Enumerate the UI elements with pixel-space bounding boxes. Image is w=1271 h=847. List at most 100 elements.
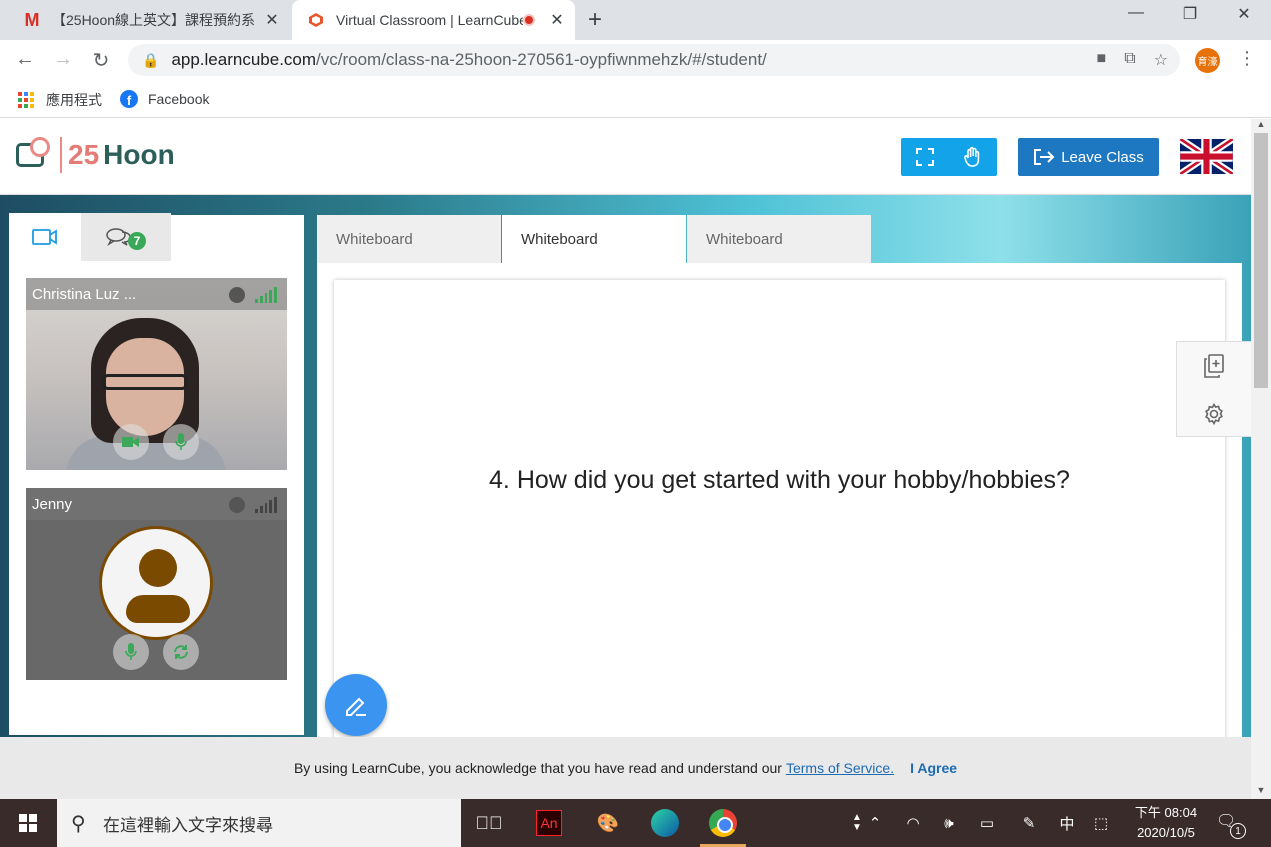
refresh-video-button[interactable] bbox=[163, 634, 199, 670]
raise-hand-button[interactable] bbox=[949, 138, 997, 176]
logo-mark-icon bbox=[16, 137, 52, 173]
windows-taskbar: ⚲ 在這裡輸入文字來搜尋 ▯⃞ An 🎨 ▲ ▼ ⌃ ◠ 🕪 ▭ ✎ 中 ⬚ 下午… bbox=[0, 799, 1271, 847]
tab-video[interactable] bbox=[9, 213, 81, 261]
bookmark-label: 應用程式 bbox=[46, 92, 102, 108]
paint-app-icon[interactable]: 🎨 bbox=[584, 799, 632, 847]
forward-icon[interactable]: → bbox=[50, 48, 76, 71]
url-path: /vc/room/class-na-25hoon-270561-oypfiwnm… bbox=[316, 50, 767, 69]
scrollbar-thumb[interactable] bbox=[1254, 133, 1268, 388]
microphone-icon bbox=[125, 643, 137, 660]
volume-icon[interactable]: 🕪 bbox=[930, 799, 968, 847]
camera-toggle-button[interactable] bbox=[113, 424, 149, 460]
minimize-icon[interactable]: — bbox=[1116, 4, 1156, 22]
exit-icon bbox=[1034, 149, 1055, 165]
facebook-icon: f bbox=[120, 90, 138, 108]
add-page-button[interactable] bbox=[1177, 342, 1251, 390]
search-icon: ⚲ bbox=[71, 813, 86, 835]
app-header: 25 Hoon Leave Class bbox=[0, 119, 1251, 195]
restore-icon[interactable]: ❐ bbox=[1170, 4, 1210, 24]
bookmark-apps[interactable]: 應用程式 bbox=[18, 90, 102, 110]
taskbar-search-box[interactable]: ⚲ 在這裡輸入文字來搜尋 bbox=[57, 799, 461, 847]
edge-browser-icon[interactable] bbox=[641, 799, 689, 847]
bookmark-label: Facebook bbox=[148, 91, 210, 107]
consent-text: By using LearnCube, you acknowledge that… bbox=[293, 760, 782, 776]
apps-grid-icon bbox=[18, 92, 34, 108]
tab-chat[interactable]: 7 bbox=[81, 213, 171, 261]
page-scrollbar[interactable]: ▲ ▼ bbox=[1251, 119, 1271, 799]
reload-icon[interactable]: ↻ bbox=[88, 48, 114, 73]
gear-icon bbox=[1205, 403, 1223, 425]
whiteboard-side-tools bbox=[1176, 341, 1251, 437]
gmail-icon: M bbox=[24, 9, 40, 30]
notification-count-badge: 1 bbox=[1230, 823, 1246, 839]
bookmark-star-icon[interactable]: ☆ bbox=[1154, 50, 1168, 70]
chrome-browser-icon[interactable] bbox=[699, 799, 747, 847]
consent-banner: By using LearnCube, you acknowledge that… bbox=[0, 737, 1251, 799]
learncube-icon bbox=[306, 10, 326, 30]
scroll-down-icon[interactable]: ▼ bbox=[1251, 785, 1271, 795]
animate-app-icon[interactable]: An bbox=[525, 799, 573, 847]
mic-toggle-button[interactable] bbox=[163, 424, 199, 460]
default-avatar-icon bbox=[99, 526, 213, 640]
mic-toggle-button[interactable] bbox=[113, 634, 149, 670]
browser-tab-learncube[interactable]: Virtual Classroom | LearnCube ✕ bbox=[292, 0, 575, 40]
terms-of-service-link[interactable]: Terms of Service. bbox=[786, 760, 894, 776]
address-bar[interactable]: 🔒 app.learncube.com/vc/room/class-na-25h… bbox=[128, 44, 1180, 76]
show-hidden-icons-icon[interactable]: ⌃ bbox=[856, 799, 894, 847]
scroll-up-icon[interactable]: ▲ bbox=[1251, 119, 1271, 129]
url-host: app.learncube.com bbox=[171, 50, 317, 69]
classroom-controls bbox=[901, 138, 997, 176]
pen-icon[interactable]: ✎ bbox=[1010, 799, 1048, 847]
ime-mode-icon[interactable]: ⬚ bbox=[1082, 799, 1120, 847]
signal-strength-icon bbox=[255, 497, 277, 513]
profile-avatar[interactable]: 育濠 bbox=[1195, 48, 1220, 73]
system-clock[interactable]: 下午 08:04 2020/10/5 bbox=[1120, 803, 1212, 843]
camera-icon[interactable]: ■ bbox=[1097, 50, 1107, 70]
browser-tab-gmail[interactable]: M 【25Hoon線上英文】課程預約系 ✕ bbox=[0, 0, 290, 40]
windows-logo-icon bbox=[19, 814, 37, 832]
tab-whiteboard-1[interactable]: Whiteboard bbox=[317, 215, 501, 263]
participant-video-tile: Christina Luz ... bbox=[26, 278, 287, 470]
signal-strength-icon bbox=[255, 287, 277, 303]
start-button[interactable] bbox=[0, 799, 56, 847]
back-icon[interactable]: ← bbox=[12, 48, 38, 71]
add-page-icon bbox=[1204, 354, 1224, 378]
translate-icon[interactable]: ⧉ bbox=[1124, 50, 1135, 70]
refresh-icon bbox=[174, 645, 188, 659]
settings-button[interactable] bbox=[1177, 390, 1251, 438]
tab-title: Virtual Classroom | LearnCube bbox=[336, 12, 523, 28]
classroom-stage: 7 Christina Luz ... Jenny Whiteboard Whi… bbox=[0, 195, 1251, 799]
new-tab-button[interactable]: + bbox=[588, 6, 602, 34]
i-agree-button[interactable]: I Agree bbox=[910, 760, 957, 776]
leave-class-button[interactable]: Leave Class bbox=[1018, 138, 1159, 176]
search-placeholder: 在這裡輸入文字來搜尋 bbox=[103, 815, 273, 835]
browser-toolbar: ← → ↻ 🔒 app.learncube.com/vc/room/class-… bbox=[0, 40, 1271, 80]
status-dot-icon bbox=[229, 497, 245, 513]
browser-tabstrip: M 【25Hoon線上英文】課程預約系 ✕ Virtual Classroom … bbox=[0, 0, 1271, 40]
window-close-icon[interactable]: ✕ bbox=[1224, 4, 1264, 24]
task-view-icon[interactable]: ▯⃞ bbox=[465, 799, 513, 847]
bookmarks-bar: 應用程式 f Facebook bbox=[0, 80, 1271, 118]
wifi-icon[interactable]: ◠ bbox=[894, 799, 932, 847]
tab-whiteboard-3[interactable]: Whiteboard bbox=[687, 215, 871, 263]
status-dot-icon bbox=[229, 287, 245, 303]
drawing-tools-button[interactable] bbox=[325, 674, 387, 736]
chat-count-badge: 7 bbox=[128, 232, 146, 250]
uk-flag-icon[interactable] bbox=[1180, 139, 1233, 174]
whiteboard-question: 4. How did you get started with your hob… bbox=[489, 466, 1070, 494]
bookmark-facebook[interactable]: f Facebook bbox=[120, 90, 209, 108]
close-tab-icon[interactable]: ✕ bbox=[547, 10, 567, 30]
battery-icon[interactable]: ▭ bbox=[968, 799, 1006, 847]
pencil-icon bbox=[346, 697, 366, 716]
close-tab-icon[interactable]: ✕ bbox=[262, 10, 282, 30]
fullscreen-button[interactable] bbox=[901, 138, 949, 176]
whiteboard-canvas[interactable]: 4. How did you get started with your hob… bbox=[334, 280, 1225, 799]
participant-name: Christina Luz ... bbox=[32, 285, 137, 303]
video-camera-icon bbox=[122, 437, 139, 447]
participant-name: Jenny bbox=[32, 495, 73, 513]
tab-whiteboard-2[interactable]: Whiteboard bbox=[502, 215, 686, 263]
ime-indicator[interactable]: 中 bbox=[1048, 799, 1086, 847]
logo: 25 Hoon bbox=[16, 137, 175, 173]
menu-kebab-icon[interactable]: ⋮ bbox=[1238, 48, 1256, 69]
recording-icon bbox=[523, 14, 535, 26]
